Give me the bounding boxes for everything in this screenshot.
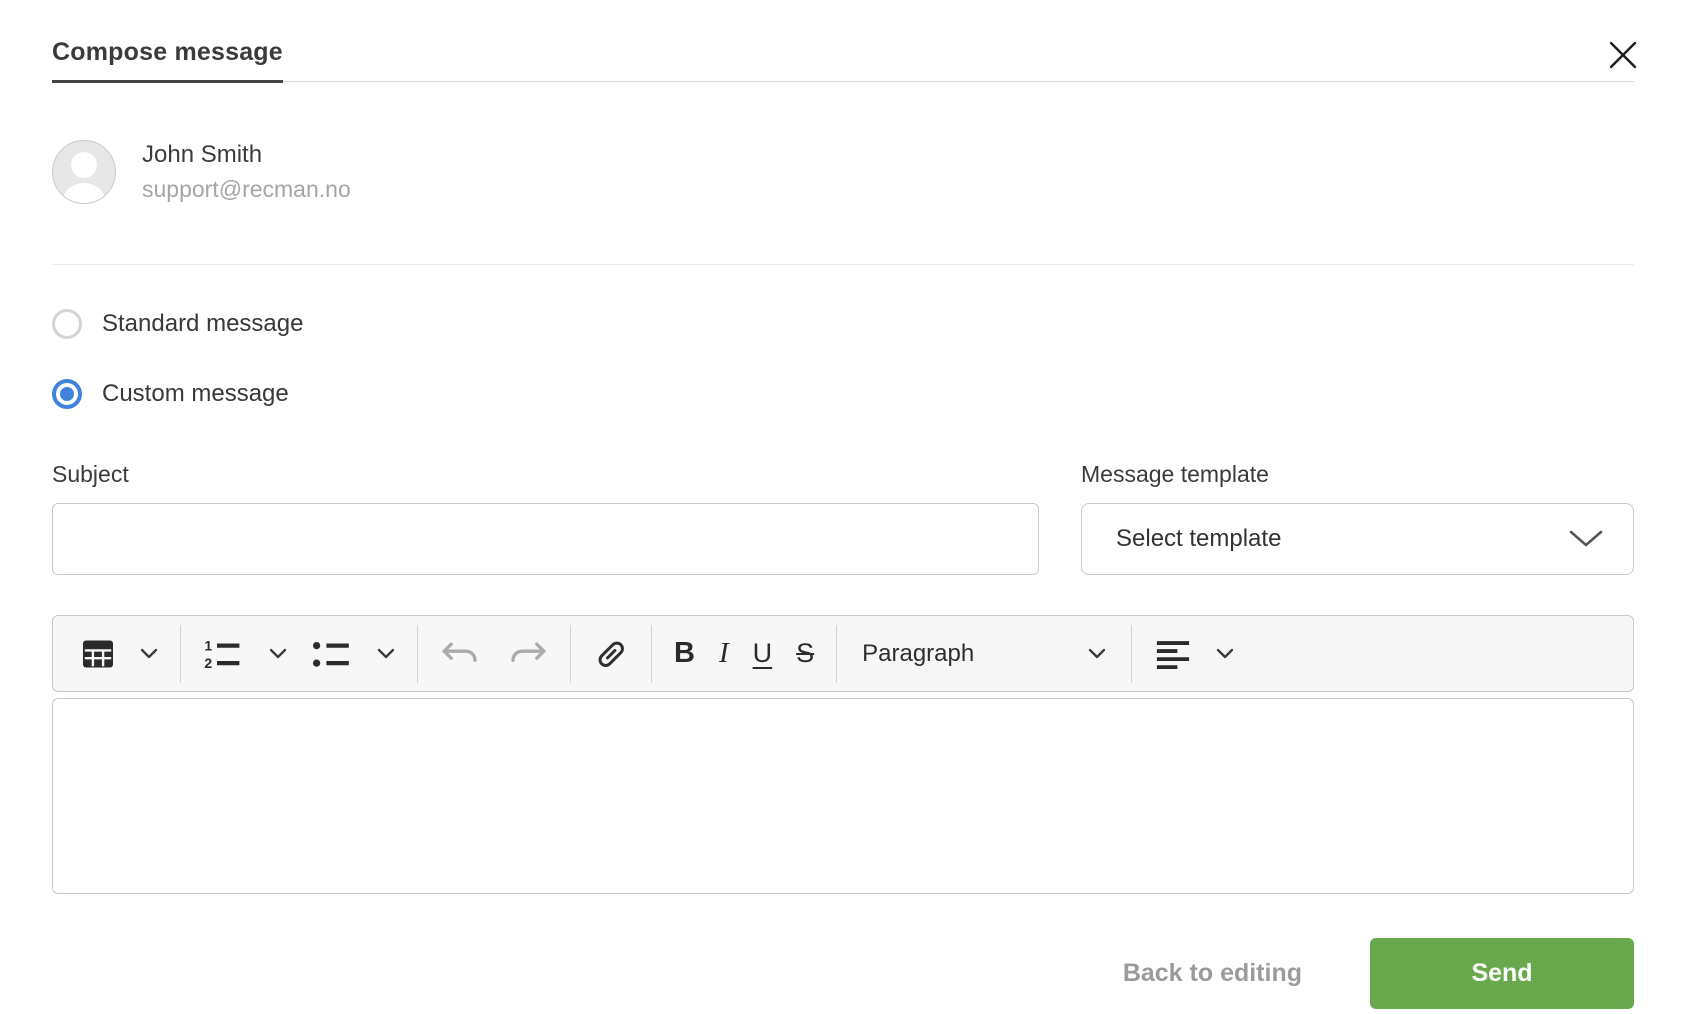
toolbar-separator	[417, 624, 418, 683]
table-button[interactable]	[71, 626, 125, 682]
align-left-icon	[1154, 639, 1192, 669]
italic-button[interactable]: I	[710, 626, 738, 682]
undo-icon	[440, 640, 482, 668]
ordered-list-button[interactable]: 1 2	[194, 626, 254, 682]
back-to-editing-button[interactable]: Back to editing	[1117, 958, 1308, 989]
svg-text:2: 2	[204, 655, 212, 671]
sender-info: John Smith support@recman.no	[52, 140, 1634, 204]
ordered-list-chevron[interactable]	[260, 626, 296, 682]
bullet-list-chevron[interactable]	[368, 626, 404, 682]
close-icon	[1606, 38, 1640, 72]
align-menu-chevron[interactable]	[1207, 626, 1243, 682]
subject-label: Subject	[52, 461, 129, 487]
message-type-group: Standard message Custom message	[52, 309, 1634, 409]
strikethrough-icon: S	[796, 638, 815, 668]
radio-standard-message[interactable]: Standard message	[52, 309, 1634, 339]
sender-email: support@recman.no	[142, 176, 351, 202]
table-icon	[80, 637, 116, 671]
subject-input[interactable]	[52, 503, 1039, 575]
redo-icon	[506, 640, 548, 668]
template-select-value: Select template	[1116, 525, 1282, 552]
section-divider	[52, 264, 1634, 265]
paragraph-style-value: Paragraph	[862, 639, 975, 667]
paragraph-style-select[interactable]: Paragraph	[850, 626, 1118, 682]
modal-footer: Back to editing Send	[52, 938, 1634, 1009]
undo-button[interactable]	[431, 626, 491, 682]
sender-name: John Smith	[142, 141, 263, 168]
bullet-list-icon	[311, 637, 353, 671]
chevron-down-icon	[377, 648, 395, 659]
radio-custom-message[interactable]: Custom message	[52, 379, 1634, 409]
toolbar-separator	[570, 624, 571, 683]
template-label: Message template	[1081, 461, 1269, 487]
avatar	[52, 140, 116, 204]
chevron-down-icon	[1088, 648, 1106, 659]
underline-icon: U	[752, 638, 773, 668]
strikethrough-button[interactable]: S	[787, 626, 823, 682]
page-title: Compose message	[52, 38, 283, 83]
link-icon	[593, 636, 629, 672]
chevron-down-icon	[269, 648, 287, 659]
toolbar-separator	[836, 624, 838, 683]
chevron-down-icon	[1216, 648, 1234, 659]
close-button[interactable]	[1604, 36, 1642, 74]
radio-custom-label: Custom message	[102, 380, 289, 407]
bold-icon: B	[674, 637, 695, 669]
rich-text-editor: 1 2 B I U S Paragraph	[52, 615, 1634, 894]
editor-toolbar: 1 2 B I U S Paragraph	[52, 615, 1634, 692]
toolbar-separator	[180, 624, 181, 683]
form-row: Subject Message template Select template	[52, 461, 1634, 575]
underline-button[interactable]: U	[744, 626, 782, 682]
radio-unchecked-icon[interactable]	[52, 309, 82, 339]
template-select[interactable]: Select template	[1081, 503, 1634, 575]
link-button[interactable]	[584, 626, 638, 682]
ordered-list-icon: 1 2	[203, 637, 245, 671]
table-menu-chevron[interactable]	[131, 626, 167, 682]
align-button[interactable]	[1145, 626, 1201, 682]
toolbar-separator	[651, 624, 652, 683]
toolbar-separator	[1131, 624, 1133, 683]
bullet-list-button[interactable]	[302, 626, 362, 682]
svg-text:1: 1	[204, 637, 212, 653]
radio-standard-label: Standard message	[102, 310, 304, 337]
bold-button[interactable]: B	[665, 626, 704, 682]
compose-message-modal: Compose message John Smith support@recma…	[0, 0, 1686, 1014]
modal-header: Compose message	[52, 0, 1637, 83]
message-body-textarea[interactable]	[52, 698, 1634, 894]
chevron-down-icon	[140, 648, 158, 659]
send-button[interactable]: Send	[1370, 938, 1634, 1009]
redo-button[interactable]	[497, 626, 557, 682]
italic-icon: I	[718, 637, 729, 669]
radio-checked-icon[interactable]	[52, 379, 82, 409]
chevron-down-icon	[1569, 530, 1603, 548]
